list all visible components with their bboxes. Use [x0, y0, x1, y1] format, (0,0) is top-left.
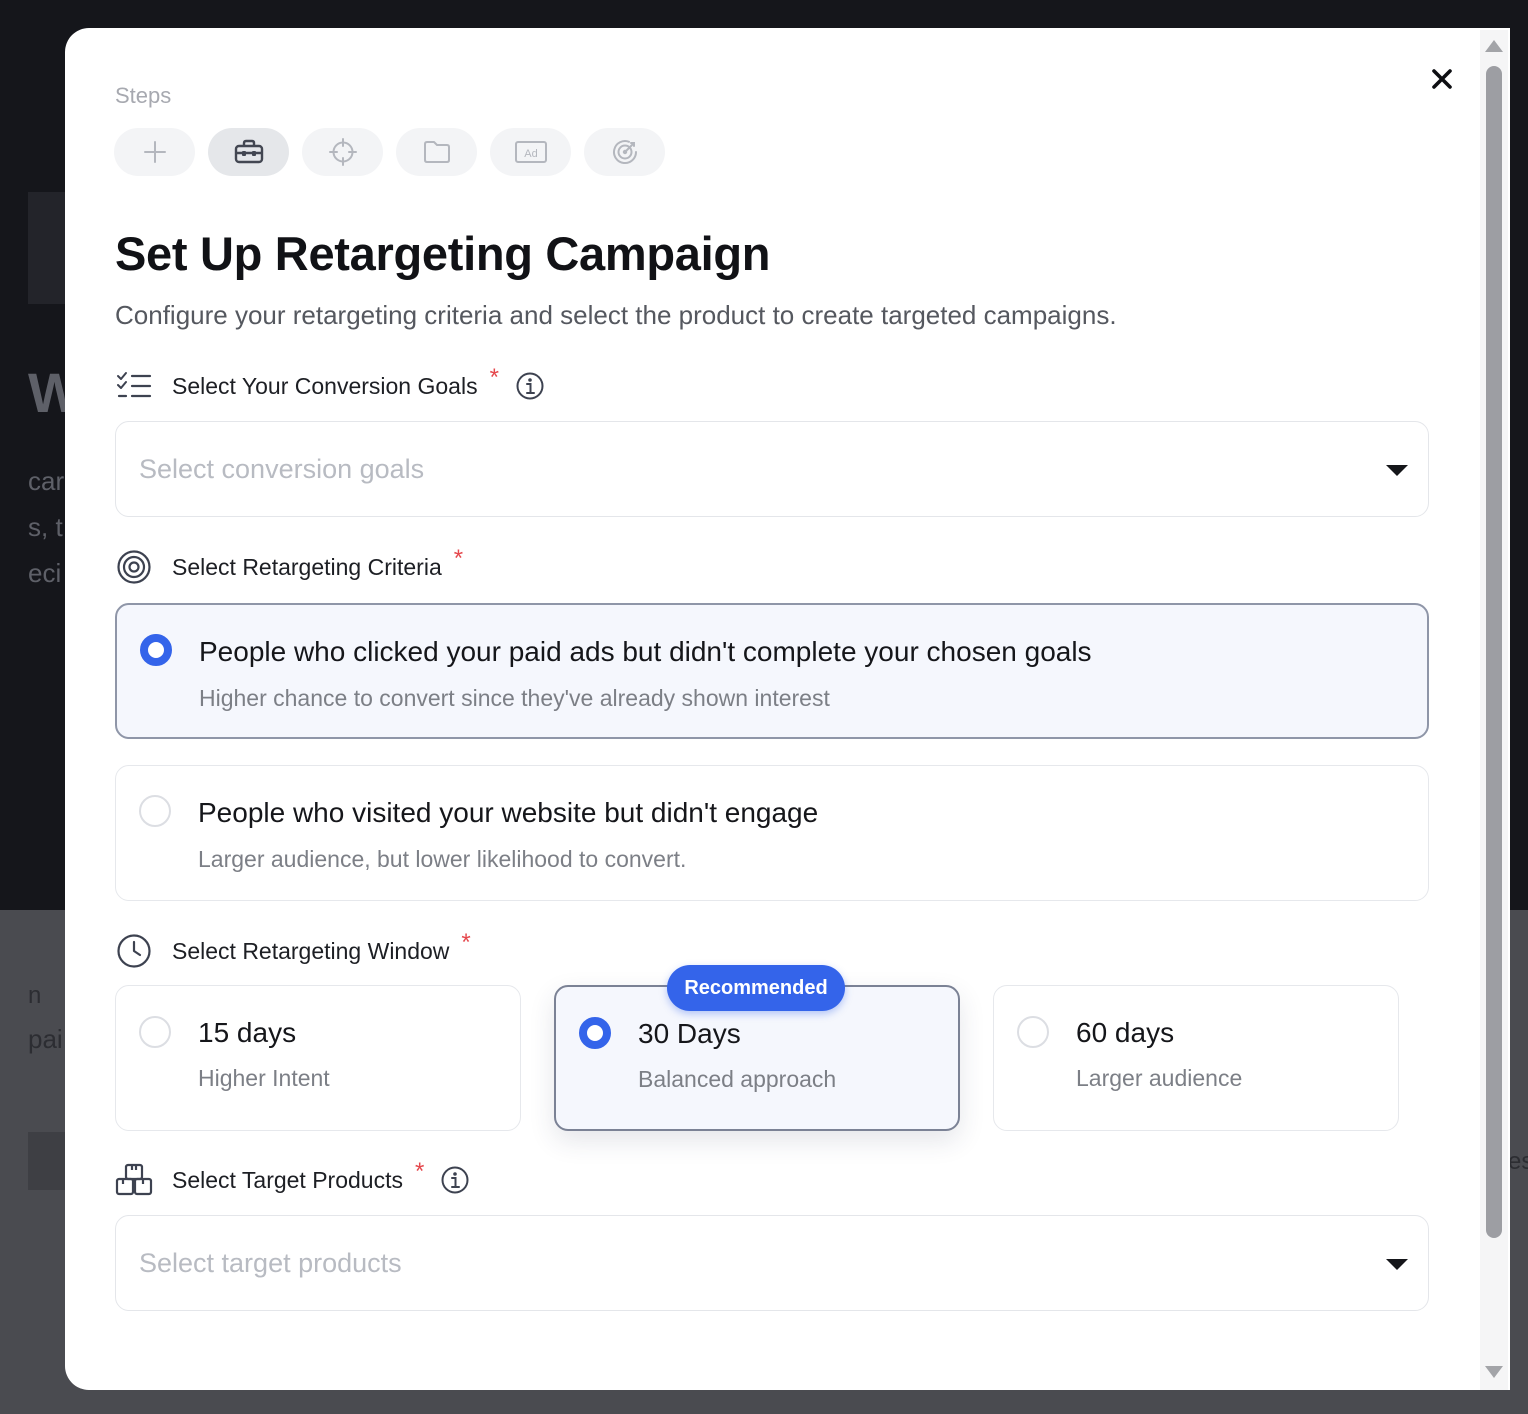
- radio-button[interactable]: [140, 634, 172, 666]
- retargeting-window-label-text: Select Retargeting Window: [172, 937, 450, 964]
- close-icon: [1432, 69, 1452, 89]
- modal-scrollbar[interactable]: [1480, 30, 1508, 1390]
- window-option-description: Balanced approach: [638, 1066, 837, 1092]
- criteria-option-description: Higher chance to convert since they've a…: [199, 685, 830, 711]
- radio-button[interactable]: [1017, 1016, 1049, 1048]
- retargeting-criteria-label: Select Retargeting Criteria *: [115, 545, 464, 586]
- info-icon: [441, 1166, 469, 1194]
- required-mark: *: [414, 1158, 425, 1185]
- required-mark: *: [453, 545, 464, 572]
- toolbox-icon: [234, 139, 263, 164]
- window-option-title: 30 Days: [638, 1018, 741, 1049]
- retargeting-criteria-label-text: Select Retargeting Criteria: [172, 553, 442, 580]
- window-option-60-days[interactable]: 60 days Larger audience: [993, 985, 1399, 1131]
- background-text: n: [28, 982, 42, 1009]
- retargeting-modal: Steps Ad Set Up Retargeting Campaign Con…: [65, 28, 1510, 1390]
- retargeting-window-label: Select Retargeting Window *: [115, 929, 471, 970]
- scroll-down-icon[interactable]: [1485, 1366, 1503, 1378]
- chevron-down-icon: [1386, 1259, 1408, 1270]
- background-panel: [28, 192, 68, 304]
- window-option-title: 15 days: [198, 1017, 297, 1048]
- chevron-down-icon: [1386, 465, 1408, 476]
- folder-icon: [423, 141, 450, 163]
- conversion-goals-select[interactable]: Select conversion goals: [115, 421, 1429, 517]
- target-products-label: Select Target Products *: [115, 1158, 470, 1199]
- steps-label: Steps: [115, 83, 172, 108]
- criteria-option-visited-website[interactable]: People who visited your website but didn…: [115, 765, 1429, 901]
- target-icon: [115, 548, 153, 586]
- recommended-badge: Recommended: [667, 965, 845, 1011]
- radio-button[interactable]: [579, 1017, 611, 1049]
- criteria-option-description: Larger audience, but lower likelihood to…: [198, 846, 687, 872]
- products-icon: [115, 1161, 153, 1199]
- step-ad[interactable]: Ad: [490, 128, 571, 176]
- clock-icon: [115, 932, 153, 970]
- background-text: car: [28, 466, 65, 496]
- window-option-15-days[interactable]: 15 days Higher Intent: [115, 985, 521, 1131]
- radio-button[interactable]: [139, 1016, 171, 1048]
- target-products-placeholder: Select target products: [139, 1247, 402, 1278]
- info-button[interactable]: [440, 1165, 470, 1195]
- crosshair-icon: [328, 138, 357, 166]
- required-mark: *: [461, 929, 471, 956]
- info-icon: [516, 372, 544, 400]
- modal-title: Set Up Retargeting Campaign: [115, 227, 771, 280]
- target-refresh-icon: [612, 140, 637, 164]
- step-add[interactable]: [114, 128, 195, 176]
- scroll-up-icon[interactable]: [1485, 40, 1503, 52]
- step-folder[interactable]: [396, 128, 477, 176]
- target-products-select[interactable]: Select target products: [115, 1215, 1429, 1311]
- conversion-goals-label: Select Your Conversion Goals *: [115, 364, 545, 405]
- conversion-goals-label-text: Select Your Conversion Goals: [172, 372, 478, 399]
- svg-text:Ad: Ad: [524, 148, 537, 160]
- required-mark: *: [489, 364, 499, 391]
- criteria-option-clicked-ads[interactable]: People who clicked your paid ads but did…: [115, 603, 1429, 739]
- close-button[interactable]: [1425, 62, 1459, 96]
- window-option-description: Larger audience: [1076, 1065, 1243, 1091]
- window-option-title: 60 days: [1076, 1017, 1175, 1048]
- modal-subtitle: Configure your retargeting criteria and …: [115, 300, 1117, 330]
- criteria-option-title: People who visited your website but didn…: [198, 797, 819, 828]
- conversion-goals-placeholder: Select conversion goals: [139, 453, 425, 484]
- scroll-thumb[interactable]: [1486, 66, 1502, 1238]
- checklist-icon: [115, 367, 153, 405]
- background-text: s, t: [28, 512, 63, 542]
- step-toolbox[interactable]: [208, 128, 289, 176]
- step-retarget[interactable]: [584, 128, 665, 176]
- window-option-description: Higher Intent: [198, 1065, 330, 1091]
- info-button[interactable]: [515, 371, 545, 401]
- background-band: [28, 1132, 68, 1190]
- background-text: es: [1508, 1148, 1528, 1175]
- criteria-option-title: People who clicked your paid ads but did…: [199, 636, 1092, 667]
- ad-icon: Ad: [514, 141, 547, 163]
- plus-icon: [143, 141, 166, 163]
- background-text: eci: [28, 558, 62, 588]
- radio-button[interactable]: [139, 795, 171, 827]
- target-products-label-text: Select Target Products: [172, 1166, 403, 1193]
- step-targeting[interactable]: [302, 128, 383, 176]
- background-text: pai: [28, 1024, 63, 1054]
- steps-bar: Ad: [114, 128, 665, 176]
